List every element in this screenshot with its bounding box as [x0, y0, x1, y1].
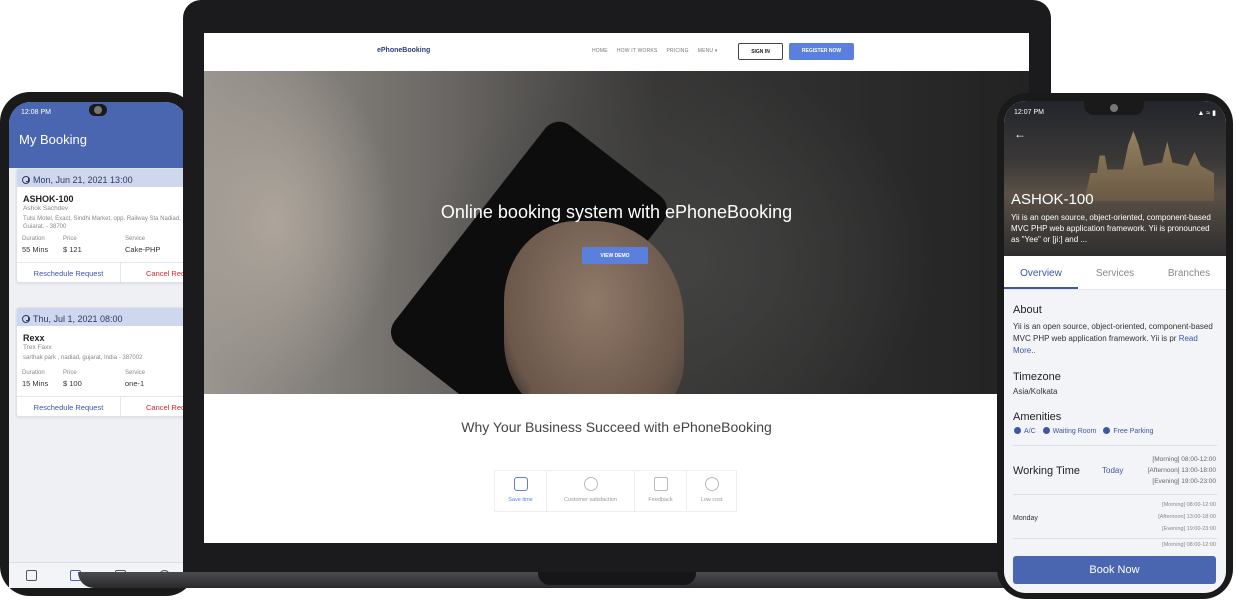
view-demo-button[interactable]: VIEW DEMO	[582, 247, 648, 264]
business-name: ASHOK-100	[23, 194, 74, 204]
business-name: Rexx	[23, 333, 45, 343]
amenity-ac: A/C	[1014, 427, 1036, 435]
feature-low-cost[interactable]: Low cost	[687, 471, 736, 511]
about-text: Yii is an open source, object-oriented, …	[1013, 322, 1213, 355]
address: sarthak park , nadiad, gujarat, India - …	[23, 355, 143, 361]
monday-slot: [Evening] 19:00-23:00	[1162, 526, 1216, 532]
about-heading: About	[1013, 304, 1042, 316]
address: Tulsi Motel, Exact, Sindhi Market, opp. …	[23, 216, 181, 228]
nav-links: HOME HOW IT WORKS PRICING MENU ▾	[592, 48, 718, 54]
overview-content: About Yii is an open source, object-orie…	[1004, 290, 1226, 593]
tab-branches[interactable]: Branches	[1152, 256, 1226, 289]
dollar-icon	[704, 477, 719, 491]
amenities-list: A/C Waiting Room Free Parking	[1014, 427, 1153, 435]
feedback-icon	[653, 477, 668, 491]
tab-services[interactable]: Services	[1078, 256, 1152, 289]
hand-icon	[513, 477, 528, 491]
status-time: 12:07 PM	[1014, 109, 1044, 116]
feature-customer-satisfaction[interactable]: Customer satisfaction	[547, 471, 635, 511]
sign-in-button[interactable]: SIGN IN	[738, 43, 783, 60]
status-bar: 12:07 PM ▲ ≈ ▮	[1014, 109, 1216, 117]
booking-actions: Reschedule Request Cancel Req	[17, 262, 187, 282]
service: Service one-1	[125, 370, 146, 388]
cancel-request-button[interactable]: Cancel Req	[121, 397, 187, 416]
duration: Duration 55 Mins	[22, 236, 49, 254]
register-now-button[interactable]: REGISTER NOW	[789, 43, 854, 60]
next-day-slot: [Morning] 08:00-12:00	[1162, 542, 1216, 548]
castle-image	[1084, 131, 1214, 201]
nav-link-pricing[interactable]: PRICING	[666, 48, 688, 54]
business-title: ASHOK-100	[1011, 191, 1094, 208]
booking-meta: Duration 15 Mins Price $ 100 Service one-1	[17, 362, 187, 388]
timezone-value: Asia/Kolkata	[1013, 387, 1058, 396]
booking-meta: Duration 55 Mins Price $ 121 Service Cake-P…	[17, 228, 187, 254]
monday-label: Monday	[1013, 515, 1038, 522]
check-icon	[1042, 427, 1050, 434]
check-icon	[1014, 427, 1021, 434]
service: Service Cake-PHP	[125, 236, 161, 254]
home-icon[interactable]	[25, 570, 37, 581]
laptop-hinge-notch	[538, 572, 696, 585]
status-time: 12:08 PM	[21, 109, 51, 116]
left-phone-screen: 12:08 PM My Booking Mon, Jun 21, 2021 13…	[9, 102, 187, 588]
business-description: Yii is an open source, object-oriented, …	[1011, 213, 1211, 244]
amenity-free-parking: Free Parking	[1103, 427, 1153, 435]
timezone-heading: Timezone	[1013, 371, 1061, 383]
right-phone-screen: 12:07 PM ▲ ≈ ▮ ← ASHOK-100 Yii is an open…	[1004, 101, 1226, 593]
amenities-heading: Amenities	[1013, 411, 1062, 423]
front-camera	[89, 104, 107, 116]
price: Price $ 100	[63, 370, 82, 388]
booking-actions: Reschedule Request Cancel Req	[17, 396, 187, 416]
booking-date: Mon, Jun 21, 2021 13:00	[17, 169, 187, 187]
cancel-request-button[interactable]: Cancel Req	[121, 263, 187, 282]
feature-feedback[interactable]: Feedback	[635, 471, 687, 511]
today-slot: [Evening] 19:00-23:00	[1152, 478, 1216, 485]
booking-card[interactable]: Mon, Jun 21, 2021 13:00 ASHOK-100 Ashok …	[16, 168, 187, 283]
check-icon	[1103, 427, 1111, 434]
site-logo[interactable]: ePhoneBooking	[377, 47, 430, 54]
tab-overview[interactable]: Overview	[1004, 256, 1078, 289]
detail-tabs: Overview Services Branches	[1004, 256, 1226, 290]
owner-name: Trex Faxx	[23, 344, 52, 351]
section-title: Why Your Business Succeed with ePhoneBoo…	[461, 419, 772, 435]
feature-save-time[interactable]: Save time	[495, 471, 547, 511]
page-title: My Booking	[9, 124, 187, 168]
booking-date: Thu, Jul 1, 2021 08:00	[17, 308, 187, 326]
today-slot: [Morning] 08:00-12:00	[1152, 456, 1216, 463]
price: Price $ 121	[63, 236, 82, 254]
today-slot: [Afternoon] 13:00-18:00	[1147, 467, 1216, 474]
clock-icon	[22, 176, 30, 184]
amenity-waiting-room: Waiting Room	[1042, 427, 1096, 435]
feature-tabs: Save time Customer satisfaction Feedback…	[494, 470, 737, 512]
monday-slot: [Afternoon] 13:00-18:00	[1158, 514, 1216, 520]
nav-link-home[interactable]: HOME	[592, 48, 608, 54]
device-mockup-stage: 12:08 PM My Booking Mon, Jun 21, 2021 13…	[0, 0, 1236, 604]
book-now-button[interactable]: Book Now	[1013, 556, 1216, 584]
hero-title: Online booking system with ePhoneBooking	[440, 202, 793, 222]
website-navbar: ePhoneBooking HOME HOW IT WORKS PRICING …	[204, 33, 1029, 71]
reschedule-request-button[interactable]: Reschedule Request	[17, 397, 121, 416]
today-label: Today	[1102, 466, 1124, 475]
back-arrow-icon[interactable]: ←	[1014, 127, 1026, 141]
hero-banner: Online booking system with ePhoneBooking…	[204, 71, 1029, 394]
monday-slot: [Morning] 08:00-12:00	[1162, 502, 1216, 508]
signal-wifi-battery-icon: ▲ ≈ ▮	[1197, 110, 1216, 117]
owner-name: Ashok Sachdev	[23, 205, 69, 212]
smile-icon	[583, 477, 598, 491]
nav-link-how-it-works[interactable]: HOW IT WORKS	[617, 48, 658, 54]
booking-card[interactable]: Thu, Jul 1, 2021 08:00 Rexx Trex Faxx sa…	[16, 307, 187, 417]
working-time-heading: Working Time	[1013, 465, 1081, 477]
reschedule-request-button[interactable]: Reschedule Request	[17, 263, 121, 282]
nav-link-menu[interactable]: MENU ▾	[698, 48, 718, 54]
laptop-screen: ePhoneBooking HOME HOW IT WORKS PRICING …	[204, 33, 1029, 543]
duration: Duration 15 Mins	[22, 370, 49, 388]
clock-icon	[22, 315, 30, 323]
